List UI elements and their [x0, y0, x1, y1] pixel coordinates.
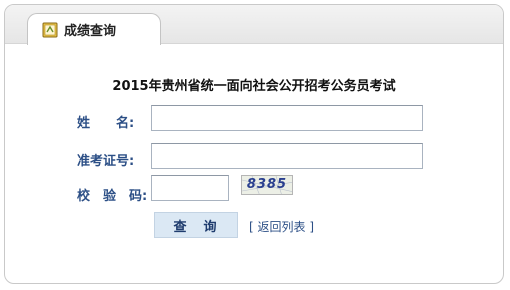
ticket-number-input[interactable] — [151, 143, 423, 169]
captcha-input[interactable] — [151, 175, 229, 201]
captcha-image[interactable]: 8385 — [241, 175, 293, 195]
back-to-list-link[interactable]: [ 返回列表 ] — [249, 218, 314, 235]
page-title: 2015年贵州省统一面向社会公开招考公务员考试 — [112, 79, 396, 94]
captcha-text: 8385 — [246, 177, 288, 192]
tab-score-query[interactable]: 成绩查询 — [27, 13, 161, 45]
captcha-label: 校 验 码: — [77, 189, 148, 204]
ticket-number-label: 准考证号: — [77, 154, 135, 169]
name-label: 姓 名: — [77, 116, 135, 131]
notebook-icon — [42, 22, 58, 38]
bracket-open: [ — [249, 220, 254, 234]
query-button[interactable]: 查 询 — [154, 212, 238, 238]
tab-label: 成绩查询 — [64, 24, 117, 39]
name-input[interactable] — [151, 105, 423, 131]
bracket-close: ] — [309, 220, 315, 234]
back-link-label: 返回列表 — [257, 220, 306, 234]
score-query-panel: 成绩查询 2015年贵州省统一面向社会公开招考公务员考试 姓 名: 准考证号: … — [4, 4, 504, 284]
